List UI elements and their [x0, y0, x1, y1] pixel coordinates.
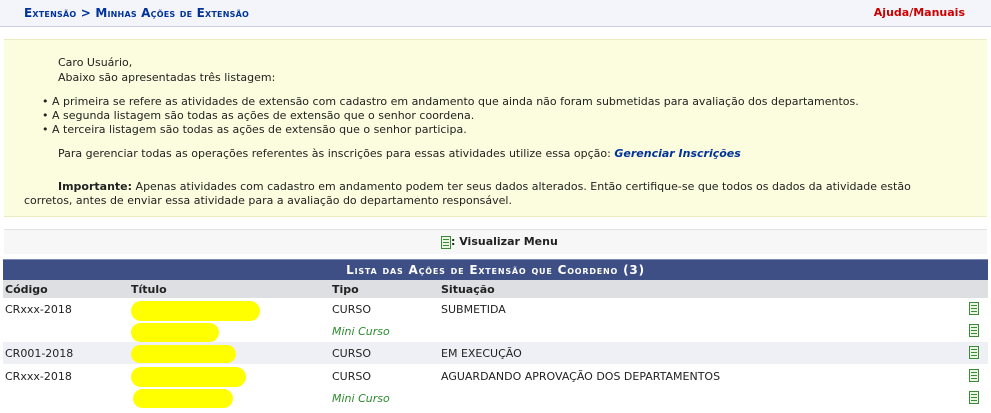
row-codigo: CR001-2018: [5, 347, 74, 360]
view-document-icon[interactable]: [969, 324, 979, 337]
important-note: Importante: Apenas atividades com cadast…: [58, 180, 911, 193]
help-manuals-link[interactable]: Ajuda/Manuais: [874, 6, 965, 19]
row-situacao: EM EXECUÇÃO: [441, 347, 522, 360]
manage-registrations-link[interactable]: Gerenciar Inscrições: [614, 147, 740, 160]
row-subtipo: Mini Curso: [332, 392, 390, 405]
view-document-icon[interactable]: [969, 369, 979, 382]
row-tipo: CURSO: [332, 370, 372, 383]
column-header-tipo: Tipo: [332, 283, 359, 296]
column-header-titulo: Título: [131, 283, 167, 296]
view-menu-button[interactable]: : Visualizar Menu: [441, 235, 558, 249]
table-header: Código Título Tipo Situação: [3, 280, 988, 298]
row-tipo: CURSO: [332, 347, 372, 360]
table-row: CR001-2018 CURSO EM EXECUÇÃO: [3, 342, 988, 364]
table-title: Lista das Ações de Extensão que Coordeno…: [3, 259, 988, 280]
redacted-title: [131, 367, 246, 387]
redacted-title: [131, 301, 260, 321]
bullet-item: A terceira listagem são todas as ações d…: [42, 123, 467, 136]
row-codigo: CRxxx-2018: [5, 370, 72, 383]
row-subtipo: Mini Curso: [332, 325, 390, 338]
intro-text: Abaixo são apresentadas três listagem:: [58, 71, 276, 84]
manage-registrations-text: Para gerenciar todas as operações refere…: [58, 147, 741, 160]
row-tipo: CURSO: [332, 303, 372, 316]
redacted-title: [133, 389, 233, 408]
important-text: Apenas atividades com cadastro em andame…: [135, 180, 911, 193]
top-bar: Extensão > Minhas Ações de Extensão Ajud…: [0, 0, 991, 27]
bullet-item: A primeira se refere as atividades de ex…: [42, 95, 859, 108]
info-panel: Caro Usuário, Abaixo são apresentadas tr…: [4, 39, 987, 217]
table-row: CRxxx-2018 CURSO Mini Curso SUBMETIDA: [3, 298, 988, 342]
important-label: Importante:: [58, 180, 133, 193]
view-menu-label: : Visualizar Menu: [451, 235, 558, 248]
column-header-situacao: Situação: [441, 283, 495, 296]
redacted-title: [131, 323, 219, 342]
row-codigo: CRxxx-2018: [5, 303, 72, 316]
row-situacao: SUBMETIDA: [441, 303, 506, 316]
table-row: CRxxx-2018 CURSO Mini Curso AGUARDANDO A…: [3, 364, 988, 409]
row-situacao: AGUARDANDO APROVAÇÃO DOS DEPARTAMENTOS: [441, 370, 721, 383]
important-text-continued: corretos, antes de enviar essa atividade…: [24, 194, 512, 207]
column-header-codigo: Código: [5, 283, 48, 296]
view-document-icon[interactable]: [969, 391, 979, 404]
document-icon: [441, 235, 451, 249]
view-menu-row: : Visualizar Menu: [4, 229, 987, 254]
breadcrumb: Extensão > Minhas Ações de Extensão: [24, 6, 249, 20]
view-document-icon[interactable]: [969, 302, 979, 315]
redacted-title: [131, 345, 236, 363]
greeting-text: Caro Usuário,: [58, 56, 133, 69]
bullet-item: A segunda listagem são todas as ações de…: [42, 109, 474, 122]
view-document-icon[interactable]: [969, 346, 979, 359]
manage-text: Para gerenciar todas as operações refere…: [58, 147, 611, 160]
